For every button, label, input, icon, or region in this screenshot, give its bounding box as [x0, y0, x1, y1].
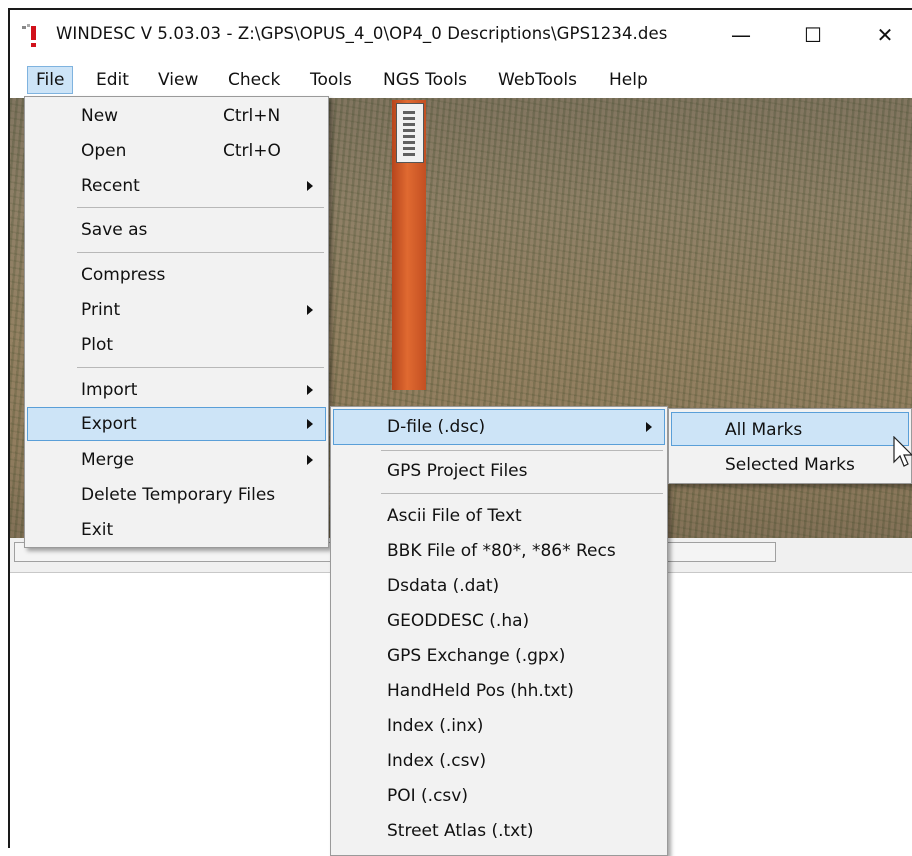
menu-entry-poi-csv[interactable]: POI (.csv) — [333, 779, 665, 813]
menu-entry-print[interactable]: Print — [27, 293, 326, 327]
menu-entry-bbk-file[interactable]: BBK File of *80*, *86* Recs — [333, 534, 665, 568]
menu-entry-label: Recent — [81, 176, 140, 196]
menu-view[interactable]: View — [150, 66, 206, 94]
menu-entry-open[interactable]: Open Ctrl+O — [27, 134, 326, 168]
menu-entry-exit[interactable]: Exit — [27, 513, 326, 547]
menu-entry-index-csv[interactable]: Index (.csv) — [333, 744, 665, 778]
submenu-arrow-icon — [307, 385, 313, 395]
menu-entry-label: Selected Marks — [725, 455, 855, 475]
d-file-submenu: All Marks Selected Marks — [668, 408, 912, 484]
menu-entry-d-file[interactable]: D-file (.dsc) — [333, 409, 665, 445]
menu-entry-label: GPS Exchange (.gpx) — [387, 646, 566, 666]
export-submenu: D-file (.dsc) GPS Project Files Ascii Fi… — [330, 406, 668, 856]
menu-entry-save-as[interactable]: Save as — [27, 213, 326, 247]
menu-entry-compress[interactable]: Compress — [27, 258, 326, 292]
menu-entry-label: POI (.csv) — [387, 786, 468, 806]
menu-entry-all-marks[interactable]: All Marks — [671, 412, 909, 446]
menu-entry-geoddesc[interactable]: GEODDESC (.ha) — [333, 604, 665, 638]
minimize-icon: — — [731, 23, 751, 47]
menu-entry-gps-project-files[interactable]: GPS Project Files — [333, 454, 665, 488]
menu-separator — [77, 367, 324, 368]
menu-entry-plot[interactable]: Plot — [27, 328, 326, 362]
window-title: WINDESC V 5.03.03 - Z:\GPS\OPUS_4_0\OP4_… — [56, 24, 668, 43]
menu-entry-label: Import — [81, 380, 138, 400]
menu-entry-label: HandHeld Pos (hh.txt) — [387, 681, 574, 701]
submenu-arrow-icon — [646, 422, 652, 432]
menu-entry-label: Exit — [81, 520, 114, 540]
menu-ngs-tools[interactable]: NGS Tools — [375, 66, 475, 94]
app-exclamation-icon — [22, 24, 36, 47]
menu-entry-index-inx[interactable]: Index (.inx) — [333, 709, 665, 743]
close-button[interactable]: ✕ — [862, 18, 908, 52]
submenu-arrow-icon — [307, 181, 313, 191]
menu-check[interactable]: Check — [220, 66, 288, 94]
maximize-button[interactable]: ☐ — [790, 18, 836, 52]
file-menu: New Ctrl+N Open Ctrl+O Recent Save as Co… — [24, 96, 329, 548]
menu-entry-label: BBK File of *80*, *86* Recs — [387, 541, 616, 561]
menu-entry-merge[interactable]: Merge — [27, 443, 326, 477]
menu-entry-label: Save as — [81, 220, 148, 240]
menu-entry-new[interactable]: New Ctrl+N — [27, 99, 326, 133]
menu-entry-label: Merge — [81, 450, 135, 470]
menu-separator — [381, 493, 663, 494]
menu-entry-label: Print — [81, 300, 121, 320]
menu-entry-label: D-file (.dsc) — [387, 417, 486, 437]
menu-help[interactable]: Help — [601, 66, 656, 94]
menu-entry-label: GPS Project Files — [387, 461, 528, 481]
menu-file[interactable]: File — [27, 66, 73, 94]
menu-tools[interactable]: Tools — [302, 66, 360, 94]
maximize-icon: ☐ — [804, 23, 822, 47]
menu-entry-label: Compress — [81, 265, 166, 285]
mouse-cursor-icon — [893, 436, 912, 467]
menu-entry-street-atlas[interactable]: Street Atlas (.txt) — [333, 814, 665, 848]
menu-edit[interactable]: Edit — [88, 66, 137, 94]
menu-entry-shortcut: Ctrl+N — [223, 106, 281, 126]
menu-entry-label: Plot — [81, 335, 114, 355]
menu-entry-label: Index (.inx) — [387, 716, 484, 736]
menu-entry-gps-exchange[interactable]: GPS Exchange (.gpx) — [333, 639, 665, 673]
menu-entry-shortcut: Ctrl+O — [223, 141, 281, 161]
menu-entry-ascii-file[interactable]: Ascii File of Text — [333, 499, 665, 533]
menu-separator — [77, 252, 324, 253]
submenu-arrow-icon — [307, 305, 313, 315]
menu-entry-import[interactable]: Import — [27, 373, 326, 407]
menu-entry-label: New — [81, 106, 119, 126]
menu-entry-label: Open — [81, 141, 127, 161]
menu-entry-label: All Marks — [725, 420, 803, 440]
menu-entry-label: Dsdata (.dat) — [387, 576, 500, 596]
menu-entry-label: GEODDESC (.ha) — [387, 611, 530, 631]
close-icon: ✕ — [876, 23, 894, 47]
menu-entry-export[interactable]: Export — [27, 407, 326, 441]
menu-entry-label: Street Atlas (.txt) — [387, 821, 534, 841]
menu-separator — [77, 207, 324, 208]
menu-entry-handheld-pos[interactable]: HandHeld Pos (hh.txt) — [333, 674, 665, 708]
menu-webtools[interactable]: WebTools — [490, 66, 585, 94]
menu-entry-selected-marks[interactable]: Selected Marks — [671, 448, 909, 482]
menu-entry-recent[interactable]: Recent — [27, 169, 326, 203]
minimize-button[interactable]: — — [718, 18, 764, 52]
menu-entry-delete-temporary-files[interactable]: Delete Temporary Files — [27, 478, 326, 512]
submenu-arrow-icon — [307, 419, 313, 429]
post-decal — [396, 103, 424, 163]
menu-entry-label: Index (.csv) — [387, 751, 487, 771]
menu-separator — [381, 450, 663, 451]
menu-entry-label: Ascii File of Text — [387, 506, 522, 526]
submenu-arrow-icon — [307, 455, 313, 465]
menu-entry-label: Delete Temporary Files — [81, 485, 276, 505]
menu-entry-label: Export — [81, 414, 137, 434]
menu-entry-dsdata[interactable]: Dsdata (.dat) — [333, 569, 665, 603]
